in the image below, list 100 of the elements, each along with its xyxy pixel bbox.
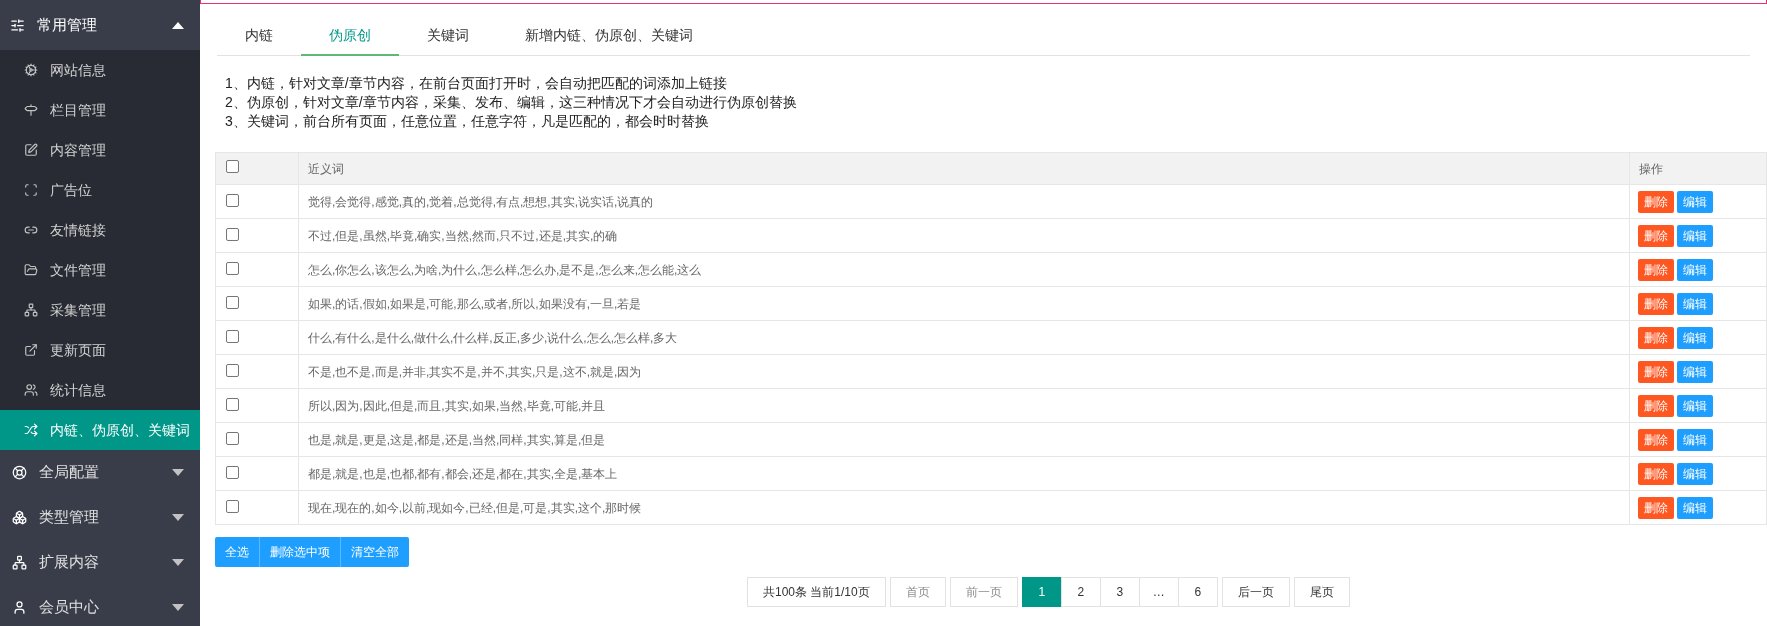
checkbox[interactable] [226, 432, 239, 445]
checkbox[interactable] [226, 466, 239, 479]
page-button[interactable]: 3 [1099, 577, 1140, 607]
table-cell: 如果,的话,假如,如果是,可能,那么,或者,所以,如果没有,一旦,若是 [308, 296, 642, 311]
edit-button[interactable]: 编辑 [1677, 224, 1713, 247]
delete-button[interactable]: 删除 [1638, 496, 1674, 519]
table-cell: 现在,现在的,如今,以前,现如今,已经,但是,可是,其实,这个,那时候 [308, 500, 642, 515]
users-icon [24, 383, 38, 397]
caret-up-icon [172, 21, 184, 29]
delete-button[interactable]: 删除 [1638, 224, 1674, 247]
sitemap-icon [24, 303, 38, 317]
sitemap-icon [12, 555, 27, 570]
delete-button[interactable]: 删除 [1638, 360, 1674, 383]
table-cell: 什么,有什么,是什么,做什么,什么样,反正,多少,说什么,怎么,怎么样,多大 [308, 330, 678, 345]
delete-button[interactable]: 删除 [1638, 326, 1674, 349]
menu-item[interactable]: 文件管理 [0, 250, 200, 290]
bulk-action-button[interactable]: 清空全部 [340, 537, 409, 567]
tab[interactable]: 新增内链、伪原创、关键词 [497, 16, 721, 56]
page-button[interactable]: 6 [1177, 577, 1218, 607]
page-button[interactable]: 2 [1060, 577, 1101, 607]
edit-button[interactable]: 编辑 [1677, 258, 1713, 281]
menu-group[interactable]: 类型管理 [0, 495, 200, 540]
user-icon [12, 600, 27, 615]
menu-group[interactable]: 常用管理 [0, 0, 200, 50]
tab[interactable]: 关键词 [399, 16, 497, 56]
edit-button[interactable]: 编辑 [1677, 462, 1713, 485]
menu-item-label: 更新页面 [50, 340, 106, 360]
tab[interactable]: 内链 [217, 16, 301, 56]
bulk-action-button[interactable]: 全选 [215, 537, 259, 567]
menu-item[interactable]: 网站信息 [0, 50, 200, 90]
checkbox[interactable] [226, 228, 239, 241]
delete-button[interactable]: 删除 [1638, 394, 1674, 417]
pagination-ellipsis: … [1138, 577, 1179, 607]
page-nav-button[interactable]: 后一页 [1221, 577, 1290, 607]
table-cell: 怎么,你怎么,该怎么,为啥,为什么,怎么样,怎么办,是不是,怎么来,怎么能,这么 [308, 262, 702, 277]
menu-group-label: 常用管理 [37, 14, 97, 35]
tab[interactable]: 伪原创 [301, 16, 399, 56]
caret-down-icon [172, 559, 184, 566]
edit-button[interactable]: 编辑 [1677, 394, 1713, 417]
delete-button[interactable]: 删除 [1638, 258, 1674, 281]
shuffle-icon [24, 423, 38, 437]
menu-group[interactable]: 会员中心 [0, 585, 200, 626]
menu-item-label: 栏目管理 [50, 100, 106, 120]
edit-button[interactable]: 编辑 [1677, 326, 1713, 349]
menu-item[interactable]: 内容管理 [0, 130, 200, 170]
edit-button[interactable]: 编辑 [1677, 496, 1713, 519]
menu-item[interactable]: 栏目管理 [0, 90, 200, 130]
menu-item-label: 内链、伪原创、关键词 [50, 420, 190, 440]
checkbox[interactable] [226, 330, 239, 343]
pagination-summary: 共100条 当前1/10页 [747, 577, 886, 607]
edit-button[interactable]: 编辑 [1677, 292, 1713, 315]
checkbox[interactable] [226, 159, 239, 173]
note-text: 3、关键词，前台所有页面，任意位置，任意字符，凡是匹配的，都会时时替换 [225, 112, 710, 131]
table-cell: 所以,因为,因此,但是,而且,其实,如果,当然,毕竟,可能,并且 [308, 398, 606, 413]
edit-button[interactable]: 编辑 [1677, 190, 1713, 213]
delete-button[interactable]: 删除 [1638, 428, 1674, 451]
frame-icon [24, 183, 38, 197]
menu-item-label: 内容管理 [50, 140, 106, 160]
menu-item[interactable]: 友情链接 [0, 210, 200, 250]
menu-group-label: 扩展内容 [39, 552, 99, 573]
menu-item-label: 统计信息 [50, 380, 106, 400]
note-text: 2、伪原创，针对文章/章节内容，采集、发布、编辑，这三种情况下才会自动进行伪原创替换 [225, 93, 798, 112]
menu-group-label: 会员中心 [39, 597, 99, 618]
menu-item[interactable]: 采集管理 [0, 290, 200, 330]
column-header: 操作 [1639, 161, 1663, 176]
checkbox[interactable] [226, 364, 239, 377]
menu-item[interactable]: 统计信息 [0, 370, 200, 410]
menu-item[interactable]: 内链、伪原创、关键词 [0, 410, 200, 450]
menu-item-label: 广告位 [50, 180, 92, 200]
menu-item[interactable]: 广告位 [0, 170, 200, 210]
table-cell: 不是,也不是,而是,并非,其实不是,并不,其实,只是,这不,就是,因为 [308, 364, 642, 379]
column-header: 近义词 [308, 161, 344, 176]
checkbox[interactable] [226, 296, 239, 309]
table-cell: 都是,就是,也是,也都,都有,都会,还是,都在,其实,全是,基本上 [308, 466, 618, 481]
note-text: 1、内链，针对文章/章节内容，在前台页面打开时，会自动把匹配的词添加上链接 [225, 74, 728, 93]
menu-item[interactable]: 更新页面 [0, 330, 200, 370]
edit-button[interactable]: 编辑 [1677, 428, 1713, 451]
menu-item-label: 采集管理 [50, 300, 106, 320]
caret-down-icon [172, 469, 184, 476]
edit-icon [24, 143, 38, 157]
checkbox[interactable] [226, 262, 239, 275]
menu-group[interactable]: 全局配置 [0, 450, 200, 495]
menu-group-label: 类型管理 [39, 507, 99, 528]
delete-button[interactable]: 删除 [1638, 292, 1674, 315]
edit-button[interactable]: 编辑 [1677, 360, 1713, 383]
page-nav-button[interactable]: 尾页 [1293, 577, 1350, 607]
lifebuoy-icon [12, 465, 27, 480]
menu-item-label: 网站信息 [50, 60, 106, 80]
external-link-icon [24, 343, 38, 357]
page-button[interactable]: 1 [1021, 577, 1062, 607]
checkbox[interactable] [226, 398, 239, 411]
delete-button[interactable]: 删除 [1638, 190, 1674, 213]
table-cell: 也是,就是,更是,这是,都是,还是,当然,同样,其实,算是,但是 [308, 432, 606, 447]
bulk-action-button[interactable]: 删除选中项 [259, 537, 340, 567]
menu-group[interactable]: 扩展内容 [0, 540, 200, 585]
checkbox[interactable] [226, 194, 239, 207]
table-cell: 觉得,会觉得,感觉,真的,觉着,总觉得,有点,想想,其实,说实话,说真的 [308, 194, 654, 209]
delete-button[interactable]: 删除 [1638, 462, 1674, 485]
menu-item-label: 友情链接 [50, 220, 106, 240]
checkbox[interactable] [226, 500, 239, 513]
